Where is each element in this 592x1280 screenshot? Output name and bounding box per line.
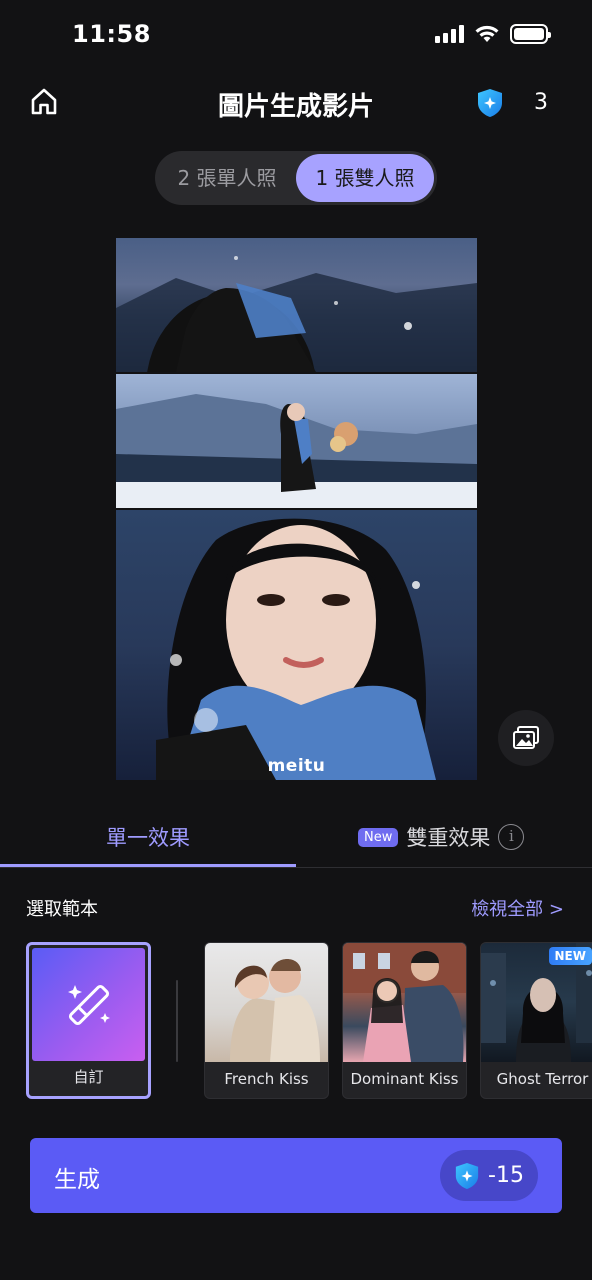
wifi-icon [475,25,499,42]
template-custom[interactable]: 自訂 [26,942,151,1099]
template-divider [176,980,178,1062]
template-french-kiss[interactable]: French Kiss [204,942,329,1099]
template-label: Dominant Kiss [350,1070,459,1088]
credit-count: 3 [534,90,548,115]
section-title: 選取範本 [26,899,98,920]
generate-label: 生成 [54,1167,100,1193]
new-badge: NEW [548,947,592,965]
effect-tabs: 單一效果 New 雙重效果 i [0,812,592,868]
status-time: 11:58 [72,20,151,48]
preview-panel-portrait: meitu [116,510,477,780]
meitu-watermark: meitu [267,756,326,776]
template-ghost-terror[interactable]: NEW Ghost Terror [480,942,592,1099]
credit-cost: -15 [488,1163,524,1188]
status-icons [435,24,551,44]
custom-template-thumbnail [32,948,145,1061]
tab-double-effect-label: 雙重效果 [406,826,491,850]
magic-wand-icon [67,984,110,1025]
new-badge: New [358,827,399,847]
template-thumbnail [205,943,328,1062]
generate-button[interactable]: 生成 -15 [30,1138,562,1213]
battery-icon [510,24,551,44]
preview-panel-middle [116,374,477,508]
cellular-signal-icon [435,25,464,43]
template-label: 自訂 [73,1068,104,1086]
change-photo-button[interactable] [498,710,554,766]
template-thumbnail [343,943,466,1062]
credit-shield-icon [455,1162,479,1189]
tab-double-effect[interactable]: New 雙重效果 i [358,822,525,852]
credit-shield-icon [478,89,502,117]
view-all-link[interactable]: 檢視全部 > [471,895,564,921]
mode-one-couple-photo[interactable]: 1 張雙人照 [296,154,434,202]
mode-two-single-photos[interactable]: 2 張單人照 [159,154,295,202]
credit-cost-pill: -15 [440,1150,538,1201]
info-icon[interactable]: i [498,824,525,850]
status-bar: 11:58 [0,0,592,70]
template-label: French Kiss [224,1070,309,1088]
active-tab-indicator [0,864,296,867]
preview-panel-top [116,238,477,372]
header: 圖片生成影片 3 [0,80,592,128]
template-dominant-kiss[interactable]: Dominant Kiss [342,942,467,1099]
photo-mode-toggle: 2 張單人照 1 張雙人照 [155,151,437,205]
tab-single-effect[interactable]: 單一效果 [0,822,296,852]
template-label: Ghost Terror [496,1070,589,1088]
preview-image: meitu [116,238,477,780]
gallery-icon [513,726,539,749]
